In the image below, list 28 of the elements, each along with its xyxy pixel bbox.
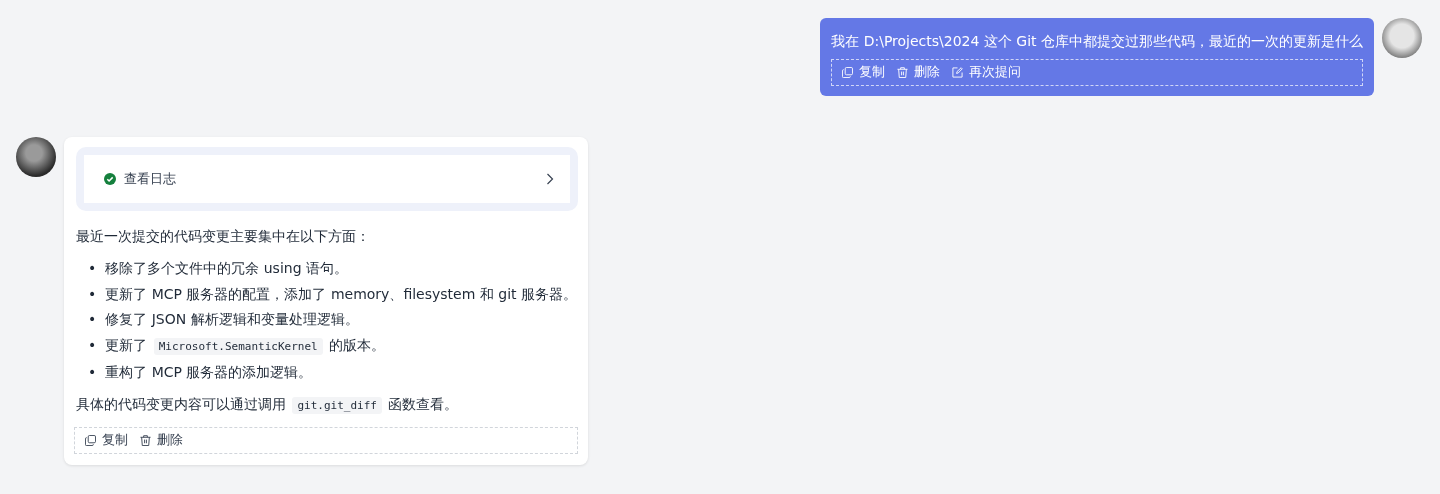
list-item-text: 修复了 JSON 解析逻辑和变量处理逻辑。 bbox=[105, 310, 359, 329]
delete-button[interactable]: 删除 bbox=[893, 62, 945, 83]
bullet-marker: • bbox=[88, 335, 97, 355]
copy-icon bbox=[85, 435, 96, 446]
list-item-text: 更新了 MCP 服务器的配置，添加了 memory、filesystem 和 git 服务器。 bbox=[105, 284, 577, 304]
edit-button[interactable]: 再次提问 bbox=[948, 62, 1026, 83]
delete-button[interactable]: 删除 bbox=[136, 430, 187, 451]
list-item-text: 重构了 MCP 服务器的添加逻辑。 bbox=[105, 363, 313, 382]
tool-call-label: 查看日志 bbox=[124, 170, 177, 188]
bullet-marker: • bbox=[88, 363, 97, 382]
copy-button[interactable]: 复制 bbox=[81, 430, 132, 451]
list-item-text: 移除了多个文件中的冗余 using 语句。 bbox=[105, 259, 348, 278]
trash-icon bbox=[897, 67, 909, 78]
tool-call-item[interactable]: 查看日志 bbox=[84, 155, 570, 203]
trash-icon bbox=[140, 435, 151, 446]
edit-icon bbox=[952, 67, 964, 78]
bullet-marker: • bbox=[88, 259, 97, 278]
list-item-text: 更新了 Microsoft.SemanticKernel 的版本。 bbox=[105, 335, 386, 357]
copy-button[interactable]: 复制 bbox=[838, 62, 890, 83]
bullet-marker: • bbox=[88, 310, 97, 329]
user-message-text: 我在 D:\Projects\2024 这个 Git 仓库中都提交过那些代码，最近的一次的更新是什么 bbox=[831, 32, 1363, 51]
bullet-marker: • bbox=[88, 284, 97, 304]
assistant-avatar bbox=[16, 137, 56, 177]
copy-icon bbox=[842, 67, 854, 78]
intro-text: 最近一次提交的代码变更主要集中在以下方面： bbox=[76, 227, 371, 246]
chevron-right-icon bbox=[546, 173, 554, 185]
user-avatar bbox=[1382, 18, 1422, 58]
closing-text: 具体的代码变更内容可以通过调用 git.git_diff 函数查看。 bbox=[76, 395, 460, 416]
